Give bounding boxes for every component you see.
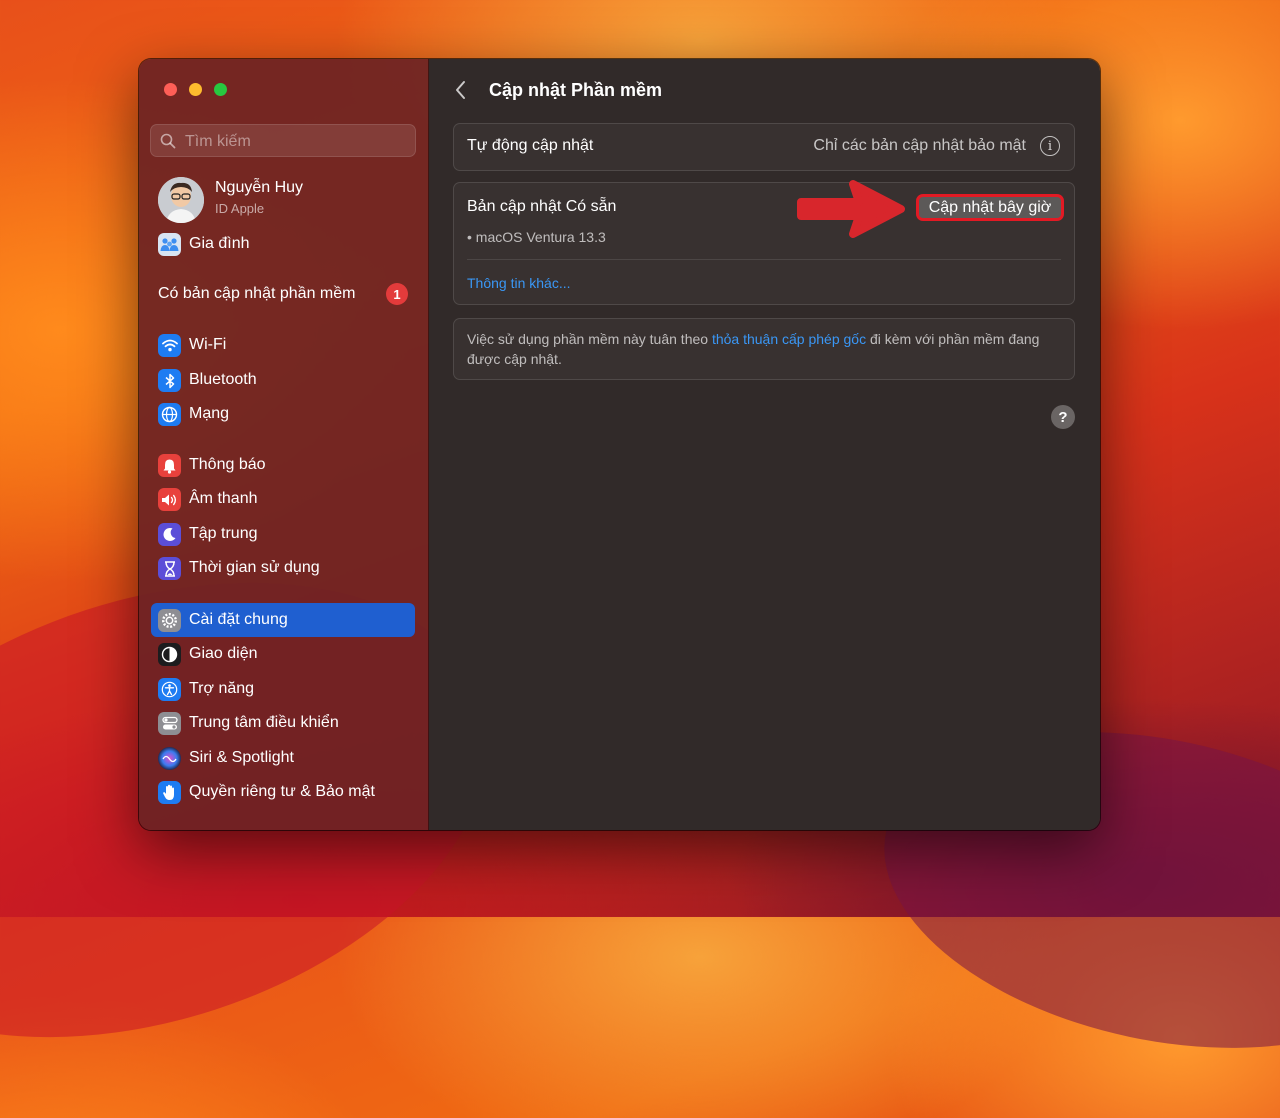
sidebar-item-label: Trợ năng [189, 680, 255, 697]
search-icon [160, 133, 176, 149]
zoom-window-button[interactable] [214, 83, 227, 96]
wifi-icon [158, 334, 181, 357]
siri-icon [158, 747, 181, 770]
sidebar-item-label: Wi-Fi [189, 336, 227, 353]
sidebar-item-label: Mạng [189, 405, 230, 422]
sidebar-item-label: Bluetooth [189, 371, 257, 388]
sidebar-item-focus[interactable]: Tập trung [151, 517, 415, 551]
minimize-window-button[interactable] [189, 83, 202, 96]
auto-update-row[interactable]: Tự động cập nhật Chỉ các bản cập nhật bả… [453, 123, 1075, 171]
license-notice-card: Việc sử dụng phần mềm này tuân theo thỏa… [453, 318, 1075, 380]
search-input[interactable] [183, 125, 407, 158]
sidebar-item-bluetooth[interactable]: Bluetooth [151, 363, 415, 397]
software-update-notice[interactable]: Có bản cập nhật phần mềm [158, 285, 355, 303]
auto-update-value: Chỉ các bản cập nhật bảo mật [813, 137, 1026, 154]
main-pane: Cập nhật Phần mềm Tự động cập nhật Chỉ c… [429, 59, 1100, 830]
user-name[interactable]: Nguyễn Huy [215, 179, 303, 197]
sidebar-item-family[interactable]: Gia đình [151, 227, 415, 261]
sidebar-item-privacy-security[interactable]: Quyền riêng tư & Bảo mật [151, 775, 415, 809]
sidebar-item-label: Âm thanh [189, 490, 258, 507]
sidebar-item-screen-time[interactable]: Thời gian sử dụng [151, 551, 415, 585]
bluetooth-icon [158, 369, 181, 392]
license-text: Việc sử dụng phần mềm này tuân theo thỏa… [467, 329, 1062, 369]
sidebar-item-label: Giao diện [189, 645, 258, 662]
sidebar-item-notifications[interactable]: Thông báo [151, 448, 415, 482]
control-center-icon [158, 712, 181, 735]
accessibility-icon [158, 678, 181, 701]
update-item-macos: • macOS Ventura 13.3 [467, 229, 606, 245]
available-updates-title: Bản cập nhật Có sẵn [467, 198, 617, 215]
sidebar: Nguyễn Huy ID Apple Gia đình Có bản cập … [139, 59, 429, 830]
help-button[interactable]: ? [1051, 405, 1075, 429]
hourglass-icon [158, 557, 181, 580]
sidebar-item-label: Tập trung [189, 525, 258, 542]
gear-icon [158, 609, 181, 632]
auto-update-label: Tự động cập nhật [467, 137, 594, 154]
family-icon [158, 233, 181, 256]
memoji-avatar-icon [158, 177, 204, 223]
globe-icon [158, 403, 181, 426]
bell-icon [158, 454, 181, 477]
sidebar-item-wifi[interactable]: Wi-Fi [151, 328, 415, 362]
available-updates-card: Bản cập nhật Có sẵn Cập nhật bây giờ • m… [453, 180, 1075, 305]
sidebar-item-accessibility[interactable]: Trợ năng [151, 672, 415, 706]
back-chevron-icon[interactable] [453, 79, 469, 101]
search-field[interactable] [150, 124, 416, 158]
hand-icon [158, 781, 181, 804]
sidebar-item-control-center[interactable]: Trung tâm điều khiển [151, 706, 415, 740]
divider [467, 259, 1061, 260]
apple-id-label[interactable]: ID Apple [215, 201, 264, 216]
sidebar-item-network[interactable]: Mạng [151, 397, 415, 431]
license-text-before: Việc sử dụng phần mềm này tuân theo [467, 331, 712, 347]
info-icon[interactable]: i [1040, 136, 1060, 156]
update-count-badge: 1 [386, 283, 408, 305]
appearance-icon [158, 643, 181, 666]
annotation-arrow-icon [797, 180, 905, 238]
more-info-link[interactable]: Thông tin khác... [467, 275, 571, 291]
sidebar-item-label: Siri & Spotlight [189, 749, 294, 766]
sidebar-item-label: Cài đặt chung [189, 611, 288, 628]
license-agreement-link[interactable]: thỏa thuận cấp phép gốc [712, 331, 866, 347]
sidebar-item-label: Thời gian sử dụng [189, 559, 320, 576]
sidebar-item-sound[interactable]: Âm thanh [151, 482, 415, 516]
sidebar-item-siri-spotlight[interactable]: Siri & Spotlight [151, 741, 415, 775]
sidebar-item-label: Quyền riêng tư & Bảo mật [189, 783, 375, 800]
update-now-button[interactable]: Cập nhật bây giờ [916, 194, 1064, 221]
sidebar-item-label: Thông báo [189, 456, 266, 473]
page-title: Cập nhật Phần mềm [489, 80, 663, 100]
sidebar-item-general[interactable]: Cài đặt chung [151, 603, 415, 637]
speaker-icon [158, 488, 181, 511]
sidebar-item-label: Gia đình [189, 235, 250, 252]
avatar[interactable] [158, 177, 204, 223]
sidebar-item-appearance[interactable]: Giao diện [151, 637, 415, 671]
close-window-button[interactable] [164, 83, 177, 96]
moon-icon [158, 523, 181, 546]
sidebar-item-label: Trung tâm điều khiển [189, 714, 339, 731]
system-settings-window: Nguyễn Huy ID Apple Gia đình Có bản cập … [139, 59, 1100, 830]
